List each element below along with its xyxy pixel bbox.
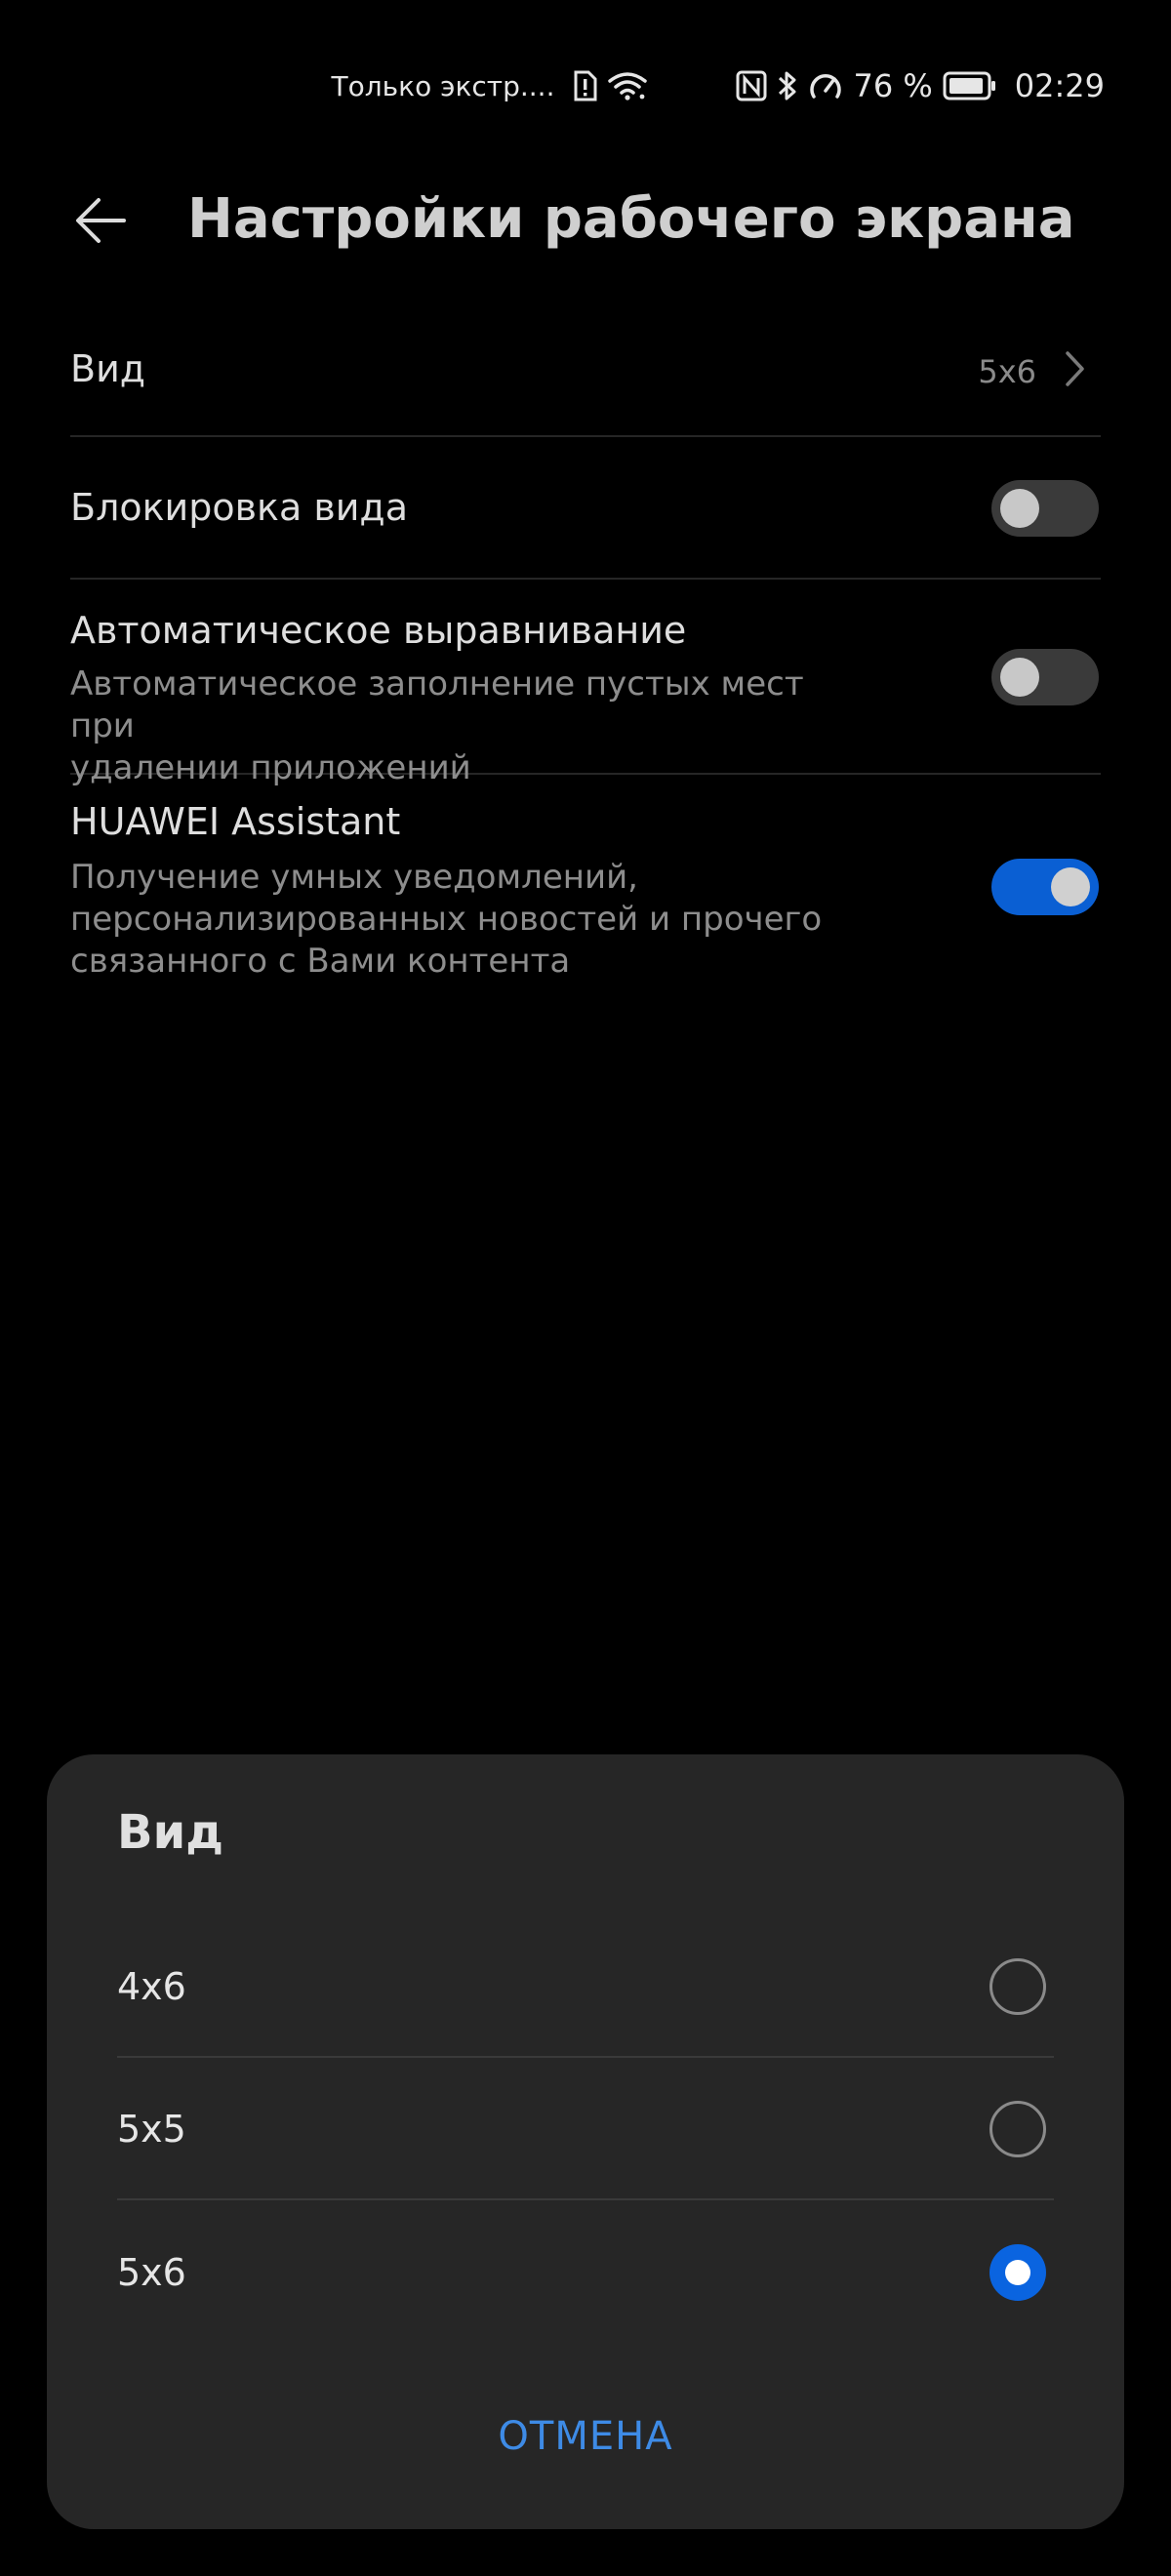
page-title: Настройки рабочего экрана [187,187,1075,251]
carrier-text: Только экстр.... [331,69,555,102]
description-line: Получение умных уведомлений, [70,858,638,897]
huawei-assistant-toggle[interactable] [991,859,1099,915]
setting-auto-align-description: Автоматическое заполнение пустых мест пр… [70,664,870,789]
wifi-icon [607,70,648,101]
option-4x6[interactable]: 4x6 [117,1916,1054,2058]
toggle-knob [1000,489,1039,528]
option-label: 4x6 [117,1964,186,2008]
view-dialog: Вид 4x6 5x5 5x6 ОТМЕНА [47,1754,1124,2529]
description-line: Автоматическое заполнение пустых мест пр… [70,664,804,745]
setting-huawei-assistant: HUAWEI Assistant Получение умных уведомл… [70,775,1101,999]
setting-lock-layout-label: Блокировка вида [70,486,408,529]
lock-layout-toggle[interactable] [991,480,1099,537]
description-line: связанного с Вами контента [70,942,571,981]
arrow-left-icon [76,198,126,243]
radio-button[interactable] [989,1957,1046,2015]
setting-assistant-label: HUAWEI Assistant [70,800,401,843]
nfc-icon [736,70,767,101]
option-5x5[interactable]: 5x5 [117,2059,1054,2200]
option-label: 5x6 [117,2250,186,2294]
setting-lock-layout: Блокировка вида [70,437,1101,580]
auto-align-toggle[interactable] [991,649,1099,705]
radio-button-selected[interactable] [989,2243,1046,2301]
dialog-title: Вид [117,1805,223,1860]
status-bar: Только экстр.... 76 % 02:29 [0,59,1171,113]
battery-icon [943,71,997,101]
setting-assistant-description: Получение умных уведомлений, персонализи… [70,857,870,983]
clock: 02:29 [1014,67,1105,104]
settings-list: Вид 5x6 Блокировка вида Автоматическое в… [70,304,1101,999]
toggle-knob [1051,867,1090,906]
setting-view-label: Вид [70,347,146,390]
toggle-knob [1000,658,1039,697]
radio-button[interactable] [989,2100,1046,2157]
back-button[interactable] [70,190,131,251]
sim-alert-icon [572,70,597,101]
app-bar: Настройки рабочего экрана [0,176,1171,263]
setting-view[interactable]: Вид 5x6 [70,304,1101,437]
option-5x6[interactable]: 5x6 [117,2201,1054,2343]
chevron-right-icon [1066,351,1084,386]
setting-auto-align-label: Автоматическое выравнивание [70,609,687,652]
setting-view-value: 5x6 [978,353,1036,390]
battery-percent: 76 % [853,67,933,104]
bluetooth-icon [777,69,798,102]
option-label: 5x5 [117,2107,186,2151]
speedometer-icon [808,69,843,102]
description-line: персонализированных новостей и прочего [70,900,823,939]
screen: Только экстр.... 76 % 02:29 Настройки ра… [0,0,1171,2576]
cancel-button[interactable]: ОТМЕНА [47,2414,1124,2459]
setting-auto-align: Автоматическое выравнивание Автоматическ… [70,580,1101,787]
